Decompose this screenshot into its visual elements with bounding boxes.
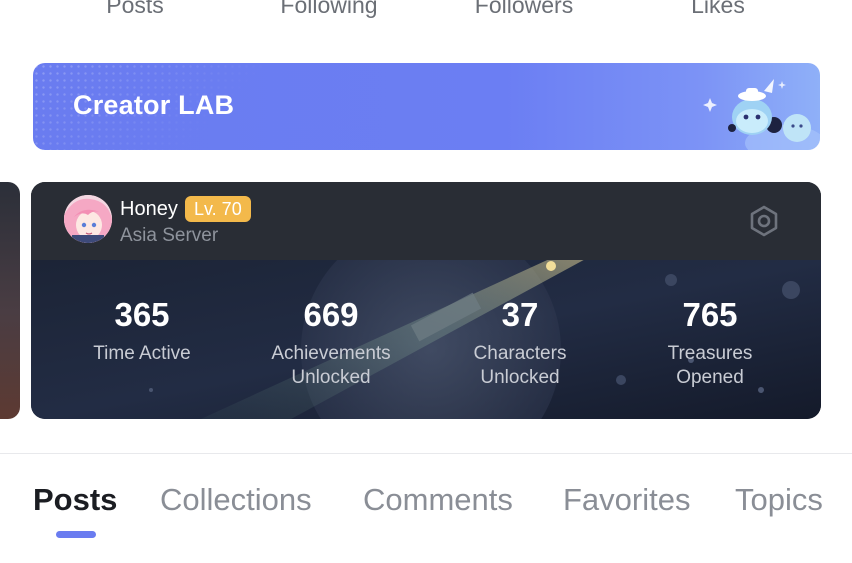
creator-lab-title: Creator LAB (73, 90, 235, 120)
settings-icon[interactable] (747, 204, 781, 238)
stat-label-line: Time Active (93, 343, 191, 364)
active-tab-indicator (56, 531, 96, 538)
followers-stat-label[interactable]: Followers (444, 0, 604, 19)
stat-label: Treasures Opened (615, 342, 805, 390)
stat-label: Characters Unlocked (425, 342, 615, 390)
stat-label-line: Treasures (667, 343, 753, 364)
likes-stat-label[interactable]: Likes (638, 0, 798, 19)
stat-value: 765 (682, 296, 738, 333)
avatar-character-icon (64, 195, 112, 243)
stat-label-line: Unlocked (480, 367, 560, 388)
stat-value: 669 (303, 296, 359, 333)
game-record-card[interactable]: Honey Lv. 70 Asia Server 365 Time Active… (31, 182, 821, 419)
posts-stat-label[interactable]: Posts (55, 0, 215, 19)
server-name: Asia Server (120, 225, 219, 246)
tab-collections[interactable]: Collections (160, 482, 312, 518)
stat-label: Achievements Unlocked (236, 342, 426, 390)
mascot-icon (703, 79, 820, 150)
stat-label-line: Unlocked (291, 367, 371, 388)
following-stat-label[interactable]: Following (249, 0, 409, 19)
stat-value: 365 (114, 296, 170, 333)
stat-label-line: Achievements (271, 343, 391, 364)
stat-label-line: Opened (676, 367, 744, 388)
tab-topics[interactable]: Topics (735, 482, 823, 518)
space-background-image (31, 260, 821, 419)
tab-comments[interactable]: Comments (363, 482, 513, 518)
tab-posts[interactable]: Posts (33, 482, 117, 518)
creator-lab-banner[interactable]: Creator LAB (33, 63, 820, 150)
tab-favorites[interactable]: Favorites (563, 482, 690, 518)
stat-label-line: Characters (473, 343, 567, 364)
stat-value: 37 (501, 296, 539, 333)
username: Honey (120, 198, 178, 220)
game-card-header: Honey Lv. 70 Asia Server (31, 182, 821, 260)
section-divider (0, 453, 852, 454)
game-card-stats-area: 365 Time Active 669 Achievements Unlocke… (31, 260, 821, 419)
stat-label: Time Active (47, 342, 237, 366)
profile-stats-row: Posts Following Followers Likes (0, 0, 852, 24)
level-badge: Lv. 70 (185, 196, 251, 222)
avatar (64, 195, 112, 243)
previous-game-card-peek[interactable] (0, 182, 20, 419)
